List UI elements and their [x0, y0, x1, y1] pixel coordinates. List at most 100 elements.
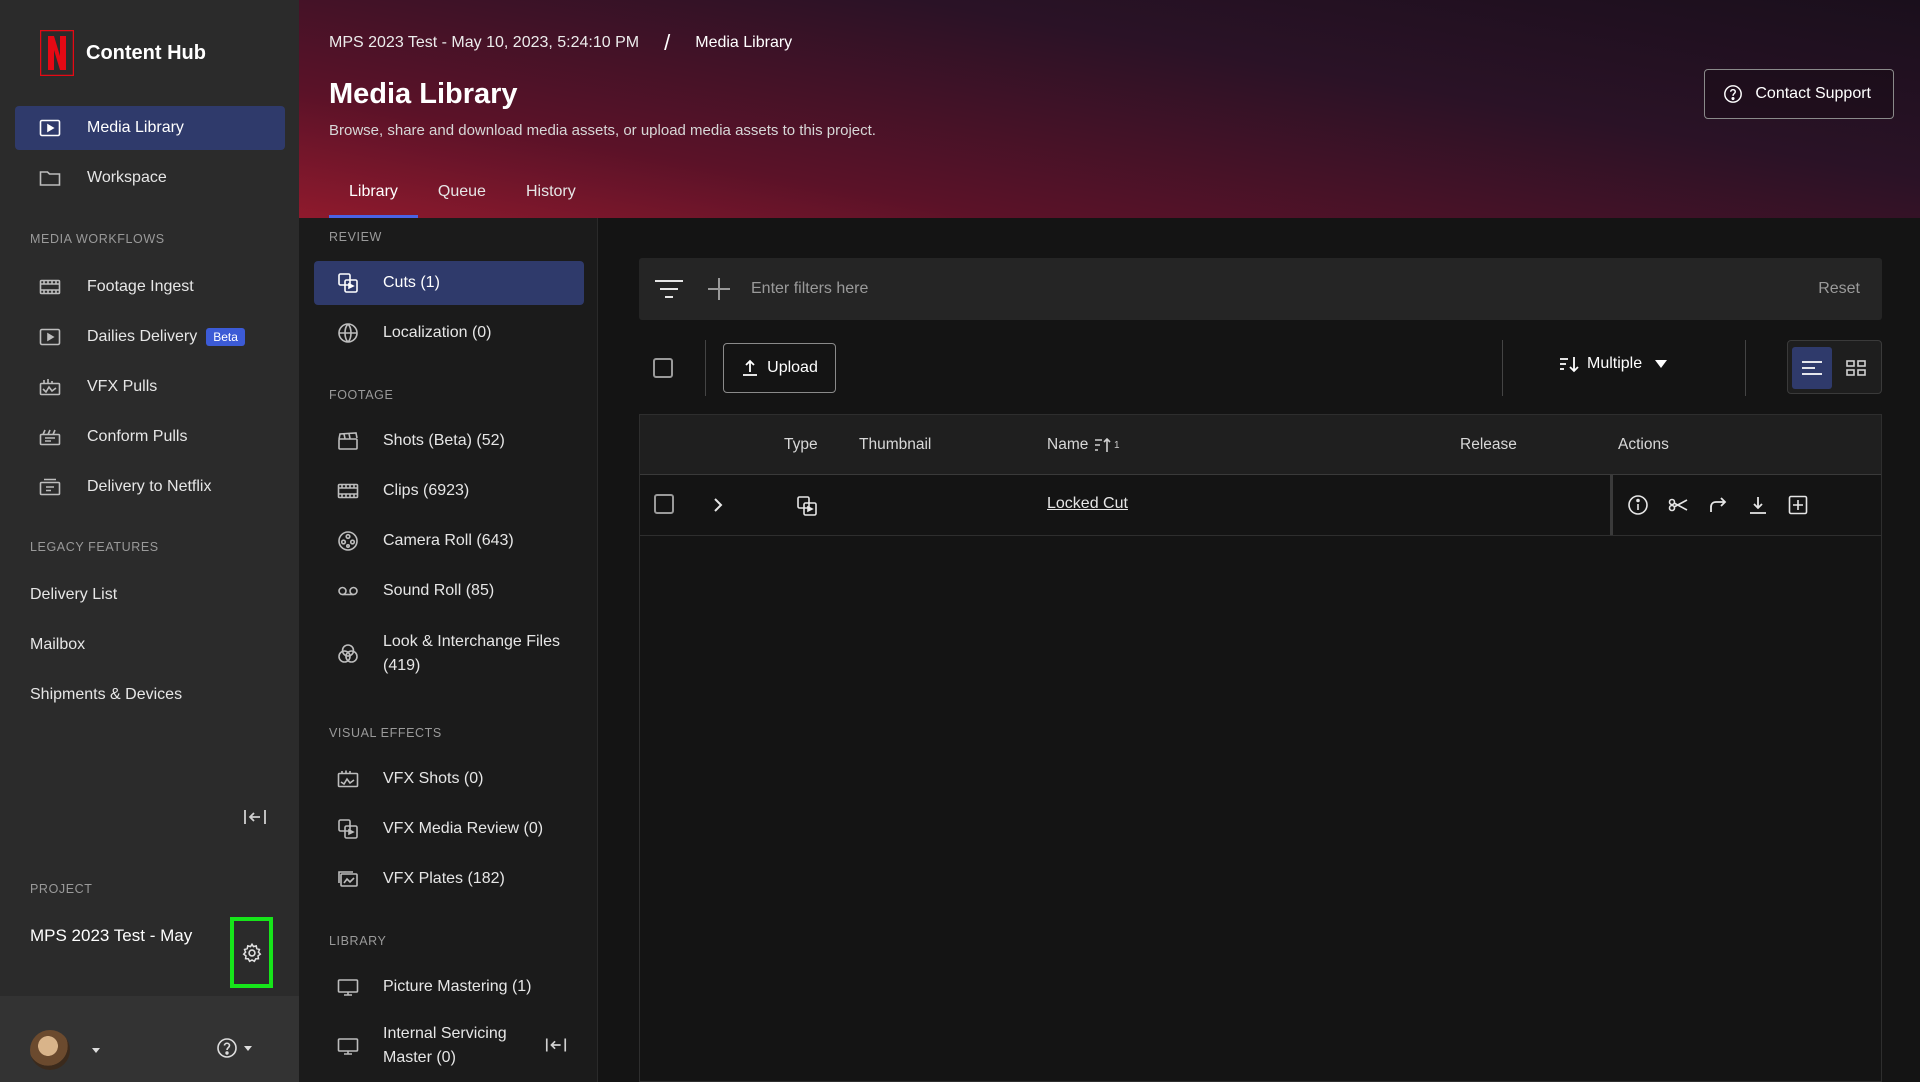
- download-icon[interactable]: [1747, 494, 1769, 516]
- row-checkbox[interactable]: [654, 494, 674, 514]
- subnav-item-sound-roll[interactable]: Sound Roll (85): [314, 569, 584, 613]
- tab-bar: Library Queue History: [329, 176, 596, 219]
- sort-icon: [1560, 357, 1579, 373]
- sidebar-item-workspace[interactable]: Workspace: [15, 156, 285, 200]
- sidebar-item-label: Dailies Delivery: [87, 328, 198, 345]
- subnav-item-look-interchange[interactable]: Look & Interchange Files (419): [314, 624, 584, 684]
- gear-icon: [242, 942, 261, 962]
- subnav-item-camera-roll[interactable]: Camera Roll (643): [314, 519, 584, 563]
- sidebar-item-label: Workspace: [87, 169, 167, 186]
- view-toggle: [1787, 340, 1882, 394]
- plates-icon: [338, 871, 358, 887]
- sidebar-item-footage-ingest[interactable]: Footage Ingest: [15, 265, 285, 309]
- vfx-icon: [39, 379, 61, 396]
- subnav-item-cuts[interactable]: Cuts (1): [314, 261, 584, 305]
- film-strip-icon: [337, 483, 359, 499]
- filter-input[interactable]: [751, 280, 1651, 298]
- help-icon: [1724, 85, 1743, 103]
- scissors-icon[interactable]: [1667, 494, 1689, 516]
- avatar[interactable]: [30, 1030, 70, 1070]
- sidebar-item-dailies-delivery[interactable]: Dailies Delivery Beta: [15, 315, 285, 359]
- contact-support-button[interactable]: Contact Support: [1704, 69, 1894, 119]
- tab-queue[interactable]: Queue: [418, 176, 506, 219]
- app-root: Content Hub Media Library Workspace MEDI…: [0, 0, 1920, 1082]
- project-name: MPS 2023 Test - May: [30, 926, 193, 945]
- play-square-icon: [39, 119, 61, 137]
- main-content: Reset Upload Multiple: [598, 218, 1920, 1082]
- subnav-item-clips[interactable]: Clips (6923): [314, 469, 584, 513]
- filter-bar: Reset: [639, 258, 1882, 320]
- section-label-project: PROJECT: [30, 882, 93, 896]
- breadcrumb-project[interactable]: MPS 2023 Test - May 10, 2023, 5:24:10 PM: [329, 34, 639, 52]
- share-icon[interactable]: [1707, 494, 1729, 516]
- subnav-item-label: VFX Plates (182): [383, 870, 505, 887]
- voicemail-icon: [338, 586, 358, 596]
- subnav-item-label: Internal Servicing Master (0): [383, 1025, 507, 1066]
- column-header-name[interactable]: Name 1: [1047, 436, 1124, 454]
- sidebar-item-label: VFX Pulls: [87, 378, 158, 395]
- page-subtitle: Browse, share and download media assets,…: [329, 122, 876, 139]
- beta-badge: Beta: [206, 328, 245, 346]
- subnav-item-vfx-media-review[interactable]: VFX Media Review (0): [314, 807, 584, 851]
- sidebar-item-label: Footage Ingest: [87, 278, 194, 295]
- section-label-review: REVIEW: [329, 230, 382, 244]
- subnav-item-picture-mastering[interactable]: Picture Mastering (1): [314, 965, 584, 1009]
- subnav-item-label: Picture Mastering (1): [383, 978, 532, 995]
- collapse-sidebar-icon[interactable]: [242, 806, 268, 828]
- list-view-button[interactable]: [1792, 347, 1832, 389]
- section-label-media-workflows: MEDIA WORKFLOWS: [30, 232, 165, 246]
- subnav-item-vfx-plates[interactable]: VFX Plates (182): [314, 857, 584, 901]
- monitor-icon: [337, 979, 359, 996]
- upload-button[interactable]: Upload: [723, 343, 836, 393]
- sidebar-item-mailbox[interactable]: Mailbox: [30, 636, 85, 654]
- filter-icon[interactable]: [653, 276, 685, 302]
- sidebar-item-label: Media Library: [87, 119, 184, 136]
- delivery-icon: [39, 478, 61, 496]
- add-to-workspace-icon[interactable]: [1787, 494, 1809, 516]
- toolbar-divider: [705, 340, 706, 396]
- add-filter-icon[interactable]: [705, 275, 733, 303]
- folder-icon: [39, 171, 61, 186]
- svg-text:1: 1: [1114, 440, 1120, 451]
- sidebar-item-media-library[interactable]: Media Library: [15, 106, 285, 150]
- grid-view-button[interactable]: [1836, 347, 1876, 389]
- breadcrumb: MPS 2023 Test - May 10, 2023, 5:24:10 PM…: [329, 30, 792, 56]
- section-label-legacy-features: LEGACY FEATURES: [30, 540, 159, 554]
- upload-label: Upload: [767, 359, 818, 376]
- column-header-type[interactable]: Type: [784, 436, 818, 454]
- table-row[interactable]: Locked Cut: [640, 475, 1881, 536]
- sidebar-item-shipments-devices[interactable]: Shipments & Devices: [30, 686, 182, 704]
- tab-history[interactable]: History: [506, 176, 596, 219]
- column-header-release[interactable]: Release: [1460, 436, 1517, 454]
- collapse-subnav-icon[interactable]: [544, 1034, 568, 1056]
- subnav-item-vfx-shots[interactable]: VFX Shots (0): [314, 757, 584, 801]
- subnav-item-shots[interactable]: Shots (Beta) (52): [314, 419, 584, 463]
- select-all-checkbox[interactable]: [653, 358, 673, 378]
- sidebar-item-delivery-to-netflix[interactable]: Delivery to Netflix: [15, 465, 285, 509]
- vfx-icon: [337, 770, 359, 788]
- chevron-down-icon: [244, 1046, 252, 1051]
- subnav-item-label: Cuts (1): [383, 274, 440, 291]
- subnav-item-label: Sound Roll (85): [383, 582, 495, 599]
- section-label-footage: FOOTAGE: [329, 388, 394, 402]
- project-settings-button[interactable]: [230, 917, 273, 988]
- subnav-item-label: VFX Media Review (0): [383, 820, 544, 837]
- subnav-item-localization[interactable]: Localization (0): [314, 311, 584, 355]
- tab-library[interactable]: Library: [329, 176, 418, 219]
- asset-name-link[interactable]: Locked Cut: [1047, 495, 1128, 513]
- table-toolbar: Upload Multiple: [639, 340, 1882, 396]
- sort-dropdown[interactable]: Multiple: [1559, 354, 1668, 374]
- sidebar-item-vfx-pulls[interactable]: VFX Pulls: [15, 365, 285, 409]
- monitor-icon: [337, 1038, 359, 1055]
- chevron-down-icon[interactable]: [90, 1044, 102, 1056]
- help-menu-button[interactable]: [216, 1036, 262, 1060]
- sidebar-item-delivery-list[interactable]: Delivery List: [30, 586, 117, 604]
- sort-label: Multiple: [1587, 355, 1643, 372]
- reset-filters-button[interactable]: Reset: [1818, 280, 1860, 298]
- page-header: MPS 2023 Test - May 10, 2023, 5:24:10 PM…: [299, 0, 1920, 219]
- brand[interactable]: Content Hub: [40, 30, 206, 76]
- info-icon[interactable]: [1627, 494, 1649, 516]
- sidebar-item-conform-pulls[interactable]: Conform Pulls: [15, 415, 285, 459]
- chevron-right-icon[interactable]: [712, 497, 724, 513]
- color-filter-icon: [338, 644, 358, 663]
